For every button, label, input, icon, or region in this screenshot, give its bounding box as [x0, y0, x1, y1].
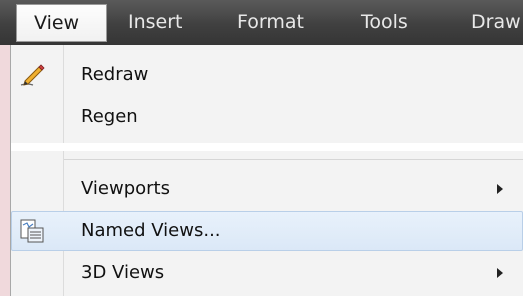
menu-item-regen-label: Regen: [81, 106, 138, 127]
menu-gap-band: [11, 143, 523, 151]
menu-item-redraw[interactable]: Redraw: [11, 55, 523, 95]
menu-view[interactable]: View: [16, 4, 107, 42]
menu-separator: [64, 159, 523, 160]
menu-item-named-views-label: Named Views...: [81, 220, 221, 241]
submenu-arrow-icon: [497, 184, 503, 194]
view-dropdown-menu: Redraw Regen Viewports Named Views... 3D…: [10, 45, 523, 296]
redraw-pencil-icon: [17, 61, 47, 89]
menu-tools[interactable]: Tools: [361, 0, 408, 45]
named-views-icon: [17, 217, 47, 245]
menu-item-named-views[interactable]: Named Views...: [11, 211, 523, 251]
submenu-arrow-icon: [497, 268, 503, 278]
menu-draw[interactable]: Draw: [471, 0, 521, 45]
menu-item-viewports-label: Viewports: [81, 178, 170, 199]
menu-insert[interactable]: Insert: [128, 0, 183, 45]
menu-item-regen[interactable]: Regen: [11, 97, 523, 137]
menu-bar: View Insert Format Tools Draw: [0, 0, 523, 45]
menu-item-viewports[interactable]: Viewports: [11, 169, 523, 209]
menu-format[interactable]: Format: [237, 0, 304, 45]
menu-item-3d-views-label: 3D Views: [81, 262, 165, 283]
menu-item-3d-views[interactable]: 3D Views: [11, 253, 523, 293]
menu-item-redraw-label: Redraw: [81, 64, 149, 85]
